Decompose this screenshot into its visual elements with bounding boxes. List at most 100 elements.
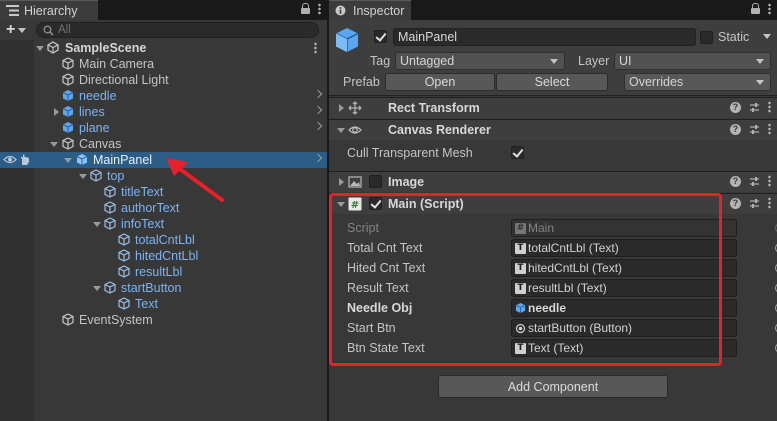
info-icon (335, 5, 346, 16)
more-options-icon[interactable] (318, 3, 321, 15)
search-input[interactable] (58, 24, 258, 36)
chevron-down-icon (756, 80, 764, 85)
gameobject-cube-icon (90, 169, 102, 182)
component-menu-icon[interactable] (768, 197, 771, 209)
needle-obj-field[interactable]: needle (511, 299, 737, 317)
fold-open-icon[interactable] (337, 126, 345, 134)
fold-open-icon[interactable] (93, 284, 101, 292)
open-prefab-arrow-icon[interactable] (315, 107, 321, 116)
gameobject-cube-icon (104, 281, 116, 294)
result-text-field[interactable]: T resultLbl (Text) (511, 279, 737, 297)
image-enabled-checkbox[interactable] (369, 175, 382, 188)
static-checkbox[interactable] (700, 31, 713, 44)
script-property-row: Script # Main (347, 218, 777, 238)
tree-item-label: SampleScene (65, 41, 147, 55)
tree-item-resultlbl[interactable]: resultLbl (0, 264, 327, 280)
fold-open-icon[interactable] (337, 200, 345, 208)
overrides-dropdown[interactable]: Overrides (624, 73, 771, 91)
tree-item-label: startButton (121, 281, 182, 295)
total-cnt-text-field[interactable]: T totalCntLbl (Text) (511, 239, 737, 257)
active-checkbox[interactable] (374, 30, 387, 43)
hierarchy-toolbar: + (0, 20, 327, 40)
script-enabled-checkbox[interactable] (369, 197, 382, 210)
tree-item-label: hitedCntLbl (135, 249, 199, 263)
component-canvas-renderer[interactable]: Canvas Renderer ? (329, 119, 777, 140)
search-field[interactable] (36, 22, 319, 38)
scene-menu-icon[interactable] (314, 42, 317, 54)
fold-closed-icon[interactable] (337, 178, 345, 186)
tree-item-label: totalCntLbl (135, 233, 195, 247)
tree-item-infotext[interactable]: infoText (0, 216, 327, 232)
presets-icon[interactable] (749, 176, 760, 187)
result-text-row: Result Text T resultLbl (Text) (347, 278, 777, 298)
component-menu-icon[interactable] (768, 175, 771, 187)
static-dropdown-icon[interactable] (763, 34, 771, 39)
start-btn-field[interactable]: startButton (Button) (511, 319, 737, 337)
gameobject-cube-icon (62, 57, 74, 70)
tree-item-needle[interactable]: needle (0, 88, 327, 104)
layer-dropdown[interactable]: UI (614, 52, 771, 70)
open-prefab-arrow-icon[interactable] (315, 91, 321, 100)
cull-transparent-mesh-checkbox[interactable] (511, 146, 524, 159)
create-button[interactable]: + (0, 21, 36, 39)
component-rect-transform[interactable]: Rect Transform ? (329, 97, 777, 118)
tree-item-hitedcntlbl[interactable]: hitedCntLbl (0, 248, 327, 264)
fold-open-icon[interactable] (50, 140, 58, 148)
open-prefab-arrow-icon[interactable] (315, 123, 321, 132)
component-menu-icon[interactable] (768, 101, 771, 113)
hierarchy-tab[interactable]: Hierarchy (0, 0, 98, 20)
prefab-select-button[interactable]: Select (496, 73, 608, 91)
prefab-open-button[interactable]: Open (385, 73, 495, 91)
inspector-tab[interactable]: Inspector (329, 0, 411, 20)
tree-item-lines[interactable]: lines (0, 104, 327, 120)
fold-closed-icon[interactable] (337, 104, 345, 112)
lock-icon[interactable] (301, 3, 310, 14)
tree-item-label: lines (79, 105, 105, 119)
btn-state-text-field[interactable]: T Text (Text) (511, 339, 737, 357)
more-options-icon[interactable] (768, 3, 771, 15)
fold-open-icon[interactable] (64, 156, 72, 164)
open-prefab-arrow-icon[interactable] (315, 155, 321, 164)
help-icon[interactable]: ? (730, 175, 741, 187)
tree-item-text[interactable]: Text (0, 296, 327, 312)
tree-item-canvas[interactable]: Canvas (0, 136, 327, 152)
fold-open-icon[interactable] (93, 220, 101, 228)
property-value: resultLbl (Text) (528, 281, 607, 295)
plus-icon: + (6, 21, 16, 38)
gameobject-cube-icon (62, 73, 74, 86)
image-icon (348, 176, 362, 188)
property-value: needle (528, 301, 567, 315)
help-icon[interactable]: ? (730, 197, 741, 209)
tree-item-plane[interactable]: plane (0, 120, 327, 136)
fold-open-icon[interactable] (79, 172, 87, 180)
tag-dropdown[interactable]: Untagged (395, 52, 565, 70)
help-icon[interactable]: ? (730, 101, 741, 113)
presets-icon[interactable] (749, 198, 760, 209)
tree-item-label: Text (135, 297, 158, 311)
object-name-field[interactable] (393, 28, 696, 46)
tree-item-main-camera[interactable]: Main Camera (0, 56, 327, 72)
script-icon: # (348, 197, 362, 211)
presets-icon[interactable] (749, 124, 760, 135)
scene-row[interactable]: SampleScene (0, 40, 327, 56)
tree-item-eventsystem[interactable]: EventSystem (0, 312, 327, 328)
component-image[interactable]: Image ? (329, 171, 777, 192)
chevron-down-icon (550, 59, 558, 64)
component-main-script[interactable]: # Main (Script) ? (329, 193, 777, 214)
presets-icon[interactable] (749, 102, 760, 113)
fold-open-icon[interactable] (36, 44, 44, 52)
pickable-hand-icon[interactable] (19, 153, 31, 166)
fold-closed-icon[interactable] (52, 108, 60, 116)
visibility-eye-icon[interactable] (3, 153, 17, 166)
add-component-button[interactable]: Add Component (438, 375, 668, 398)
eye-icon (348, 126, 362, 134)
lock-icon[interactable] (751, 3, 760, 14)
help-icon[interactable]: ? (730, 123, 741, 135)
prefab-cube-icon (515, 302, 526, 314)
tree-item-directional-light[interactable]: Directional Light (0, 72, 327, 88)
hited-cnt-text-field[interactable]: T hitedCntLbl (Text) (511, 259, 737, 277)
component-menu-icon[interactable] (768, 123, 771, 135)
gameobject-cube-icon (104, 217, 116, 230)
tree-item-startbutton[interactable]: startButton (0, 280, 327, 296)
tree-item-totalcntlbl[interactable]: totalCntLbl (0, 232, 327, 248)
